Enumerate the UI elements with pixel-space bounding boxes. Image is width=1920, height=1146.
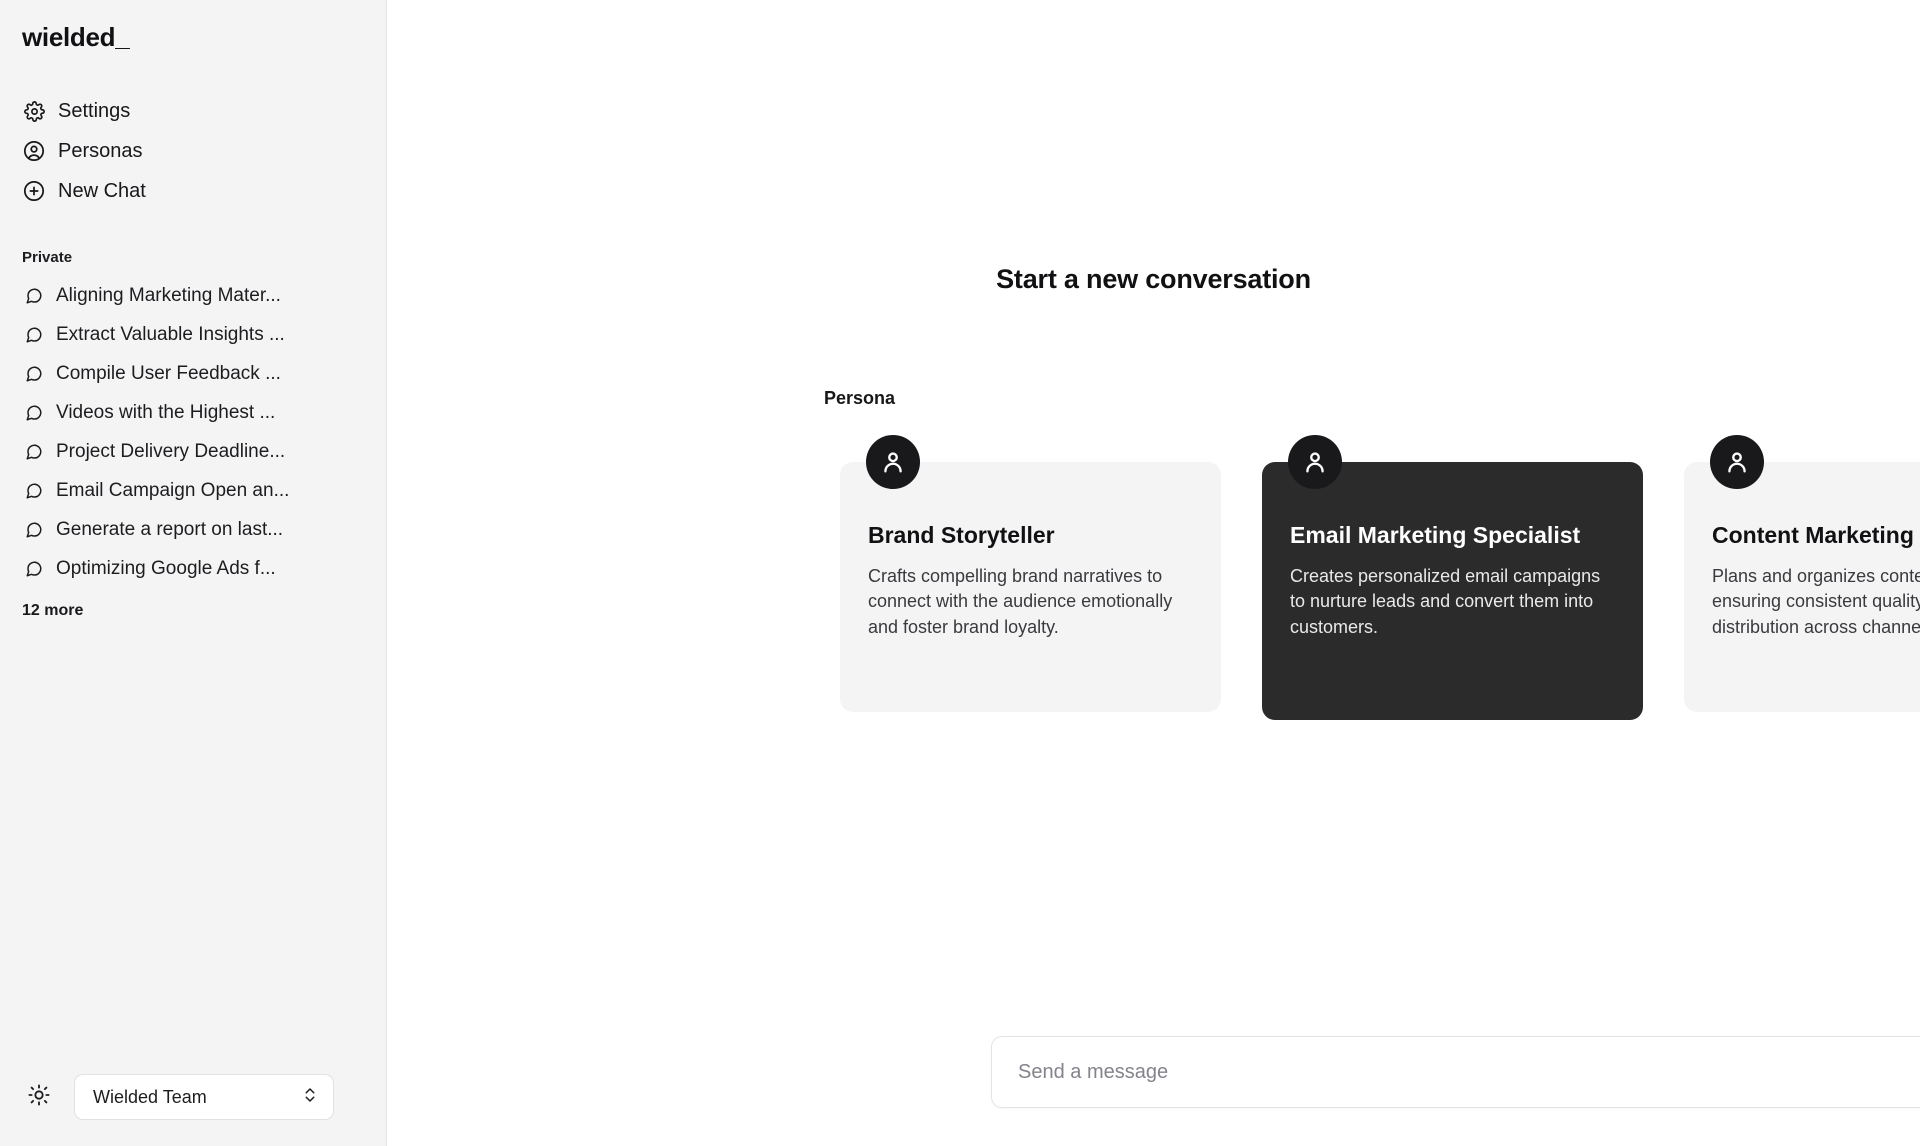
list-item[interactable]: Generate a report on last... [14,510,372,549]
list-item[interactable]: Compile User Feedback ... [14,354,372,393]
chevron-up-down-icon [301,1086,319,1109]
persona-card-title: Email Marketing Specialist [1290,522,1581,548]
sidebar-item-personas[interactable]: Personas [14,131,372,171]
message-composer [991,1036,1920,1108]
primary-nav: Settings Personas New Chat [0,91,386,211]
list-item[interactable]: Email Campaign Open an... [14,471,372,510]
sidebar: wielded_ Settings Personas New Chat Priv… [0,0,387,1146]
chat-bubble-icon [22,284,46,308]
sun-icon [28,1083,50,1111]
chat-item-title: Optimizing Google Ads f... [56,557,276,579]
chat-item-title: Compile User Feedback ... [56,362,281,384]
list-item[interactable]: Videos with the Highest ... [14,393,372,432]
persona-card-content-marketing-planner[interactable]: Content Marketing Planner Plans and orga… [1684,435,1920,712]
chat-section-label: Private [22,249,73,266]
chat-bubble-icon [22,518,46,542]
sidebar-footer: Wielded Team [0,1074,386,1146]
persona-card-brand-storyteller[interactable]: Brand Storyteller Crafts compelling bran… [840,435,1221,712]
chat-bubble-icon [22,362,46,386]
app-root: wielded_ Settings Personas New Chat Priv… [0,0,1920,1146]
chat-item-title: Extract Valuable Insights ... [56,323,285,345]
sidebar-item-label: Personas [58,139,143,162]
list-item[interactable]: Aligning Marketing Mater... [14,276,372,315]
persona-avatar-icon [1288,435,1342,489]
chat-item-title: Videos with the Highest ... [56,401,276,423]
chat-bubble-icon [22,440,46,464]
gear-icon [22,99,46,123]
plus-circle-icon [22,179,46,203]
page-title: Start a new conversation [996,264,1311,294]
persona-card-email-marketing-specialist[interactable]: Email Marketing Specialist Creates perso… [1262,435,1643,720]
chat-bubble-icon [22,401,46,425]
chat-bubble-icon [22,479,46,503]
list-item[interactable]: Optimizing Google Ads f... [14,549,372,588]
main-content: Start a new conversation Persona Brand S… [387,0,1920,1146]
list-item[interactable]: Project Delivery Deadline... [14,432,372,471]
message-input[interactable] [1018,1060,1920,1084]
team-name-label: Wielded Team [93,1086,207,1107]
persona-section-label: Persona [824,388,896,408]
chat-item-title: Aligning Marketing Mater... [56,284,281,306]
app-logo: wielded_ [22,22,130,52]
persona-avatar-icon [866,435,920,489]
persona-card-title: Content Marketing Planner [1712,522,1920,548]
persona-card-description: Plans and organizes content calendars, e… [1712,565,1920,637]
chat-bubble-icon [22,557,46,581]
persona-card-description: Creates personalized email campaigns to … [1290,565,1601,637]
theme-toggle-button[interactable] [22,1080,56,1114]
sidebar-item-label: Settings [58,99,131,122]
sidebar-item-settings[interactable]: Settings [14,91,372,131]
list-item[interactable]: Extract Valuable Insights ... [14,315,372,354]
show-more-chats-button[interactable]: 12 more [0,588,386,620]
user-circle-icon [22,139,46,163]
sidebar-item-label: New Chat [58,179,146,202]
chat-item-title: Email Campaign Open an... [56,479,290,501]
persona-card-description: Crafts compelling brand narratives to co… [868,565,1173,637]
chat-list: Aligning Marketing Mater... Extract Valu… [0,276,386,588]
sidebar-item-new-chat[interactable]: New Chat [14,171,372,211]
chat-item-title: Generate a report on last... [56,518,284,540]
persona-card-title: Brand Storyteller [868,522,1055,548]
persona-avatar-icon [1710,435,1764,489]
chat-item-title: Project Delivery Deadline... [56,440,286,462]
team-selector[interactable]: Wielded Team [74,1074,334,1120]
persona-card-list: Brand Storyteller Crafts compelling bran… [840,435,1920,720]
chat-bubble-icon [22,323,46,347]
